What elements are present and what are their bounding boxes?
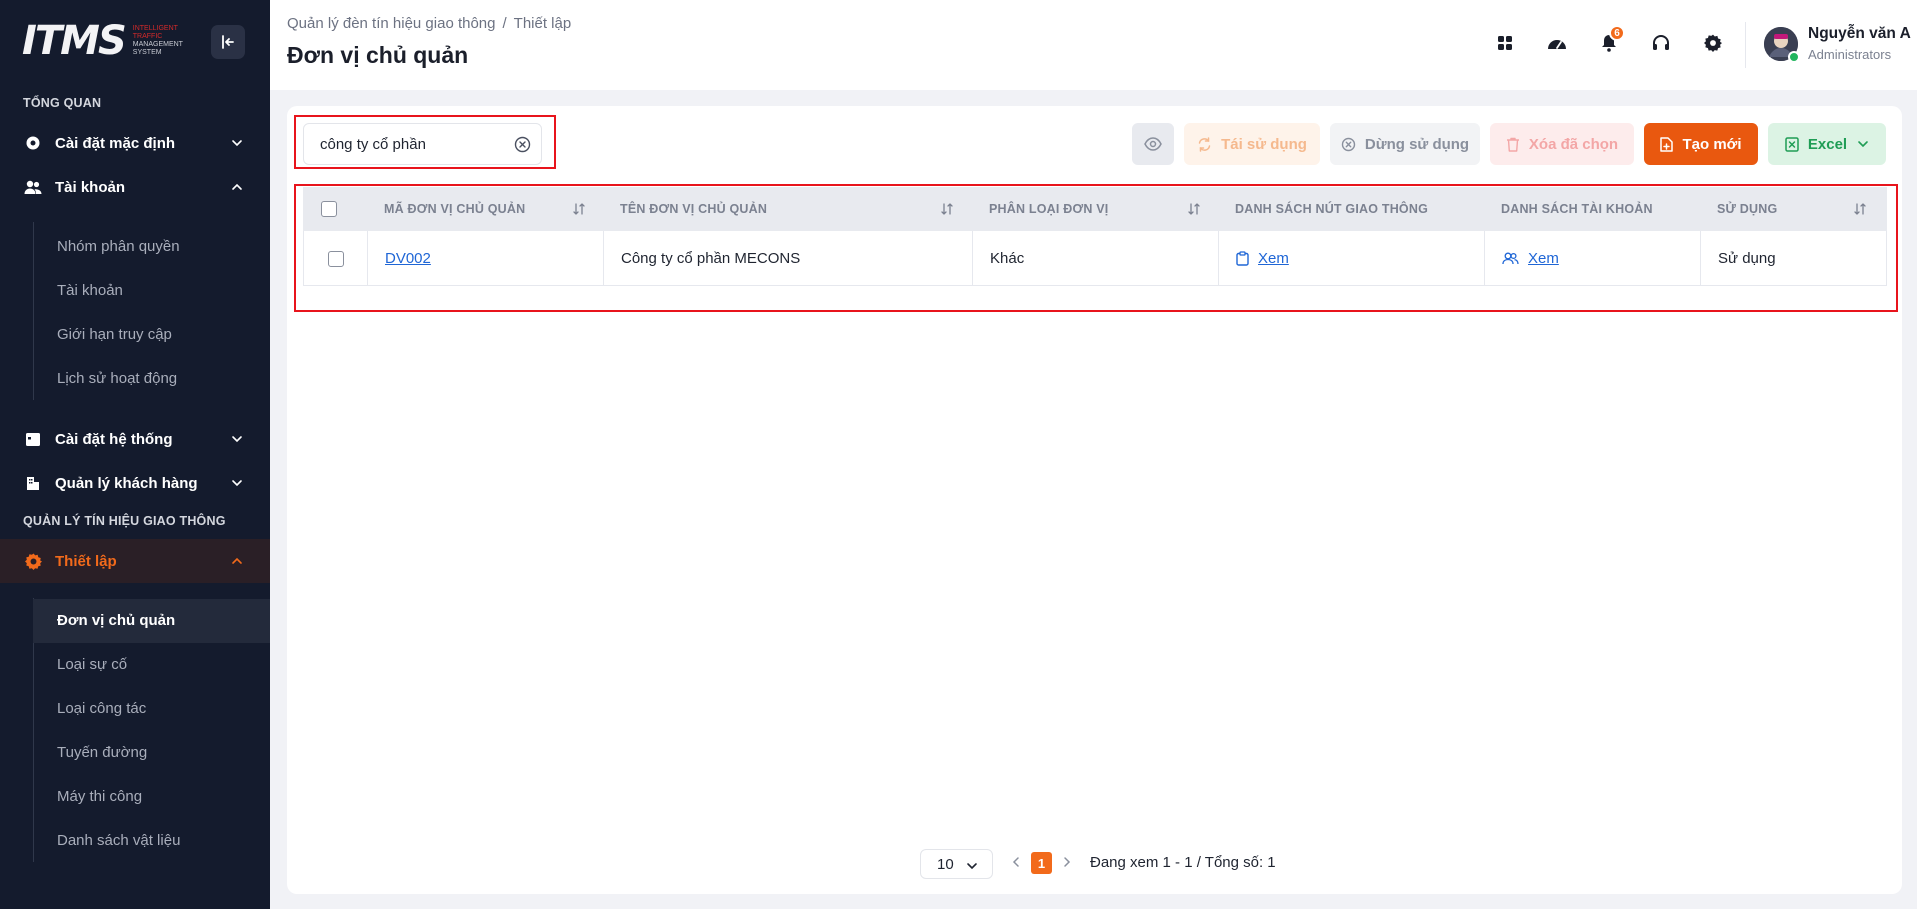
sidebar-subitem-permission-groups[interactable]: Nhóm phân quyền [57, 238, 180, 255]
sidebar-subitem-governing-units[interactable]: Đơn vị chủ quản [57, 612, 175, 629]
user-name[interactable]: Nguyễn văn A [1808, 25, 1911, 43]
chevron-up-icon [232, 557, 242, 564]
sidebar-subitem-machines[interactable]: Máy thi công [57, 788, 142, 805]
notifications-button[interactable]: 6 [1594, 25, 1625, 58]
next-page-icon[interactable] [1061, 856, 1073, 868]
page-size-value: 10 [937, 855, 954, 873]
sidebar-subitem-incident-types[interactable]: Loại sự cố [57, 656, 127, 673]
view-button[interactable] [1132, 123, 1174, 165]
settings-button[interactable] [1698, 28, 1728, 58]
speedometer-icon [1548, 40, 1566, 49]
stop-using-button[interactable]: Dừng sử dụng [1330, 123, 1480, 165]
sidebar-subitem-access-limits[interactable]: Giới hạn truy cập [57, 326, 172, 343]
users-icon [23, 177, 43, 197]
new-file-icon [1660, 136, 1674, 152]
create-new-label: Tạo mới [1682, 135, 1742, 153]
gear-icon [23, 133, 43, 153]
pagination-info: Đang xem 1 - 1 / Tổng số: 1 [1090, 854, 1276, 871]
sidebar-item-setup[interactable]: Thiết lập [0, 539, 270, 583]
refresh-icon [1197, 136, 1212, 152]
grid-icon [1498, 36, 1512, 50]
sidebar-item-label: Cài đặt mặc định [55, 134, 176, 152]
logo-sub-1: INTELLIGENT [132, 25, 178, 32]
avatar[interactable] [1764, 27, 1800, 63]
search-highlight-box [294, 115, 556, 169]
trash-icon [1506, 137, 1520, 152]
building-icon [23, 473, 43, 493]
excel-label: Excel [1807, 135, 1848, 153]
notification-badge: 6 [1609, 25, 1625, 41]
chevron-down-icon [232, 480, 242, 487]
header: Quản lý đèn tín hiệu giao thông / Thiết lậ… [270, 0, 1917, 90]
chevron-up-icon [232, 183, 242, 190]
circle-x-icon [1341, 137, 1356, 152]
sidebar-item-customer-management[interactable]: Quản lý khách hàng [0, 461, 270, 505]
sidebar-item-label: Cài đặt hệ thống [55, 430, 173, 448]
chevron-down-icon [232, 140, 242, 147]
prev-page-icon[interactable] [1010, 856, 1022, 868]
chevron-down-icon [967, 863, 977, 870]
section-overview: TỔNG QUAN [23, 96, 102, 110]
logo-sub-2: TRAFFIC [132, 33, 163, 40]
calendar-icon [23, 429, 43, 449]
sidebar-subitem-materials[interactable]: Danh sách vật liệu [57, 832, 180, 849]
sidebar-item-label: Quản lý khách hàng [55, 474, 198, 492]
excel-icon [1785, 136, 1799, 152]
sidebar-subitem-routes[interactable]: Tuyến đường [57, 744, 147, 761]
online-status-dot [1788, 51, 1800, 63]
section-traffic-signals: QUẢN LÝ TÍN HIỆU GIAO THÔNG [23, 514, 226, 528]
reuse-button[interactable]: Tái sử dụng [1184, 123, 1320, 165]
sidebar-subitem-activity-history[interactable]: Lịch sử hoạt động [57, 370, 177, 387]
sidebar-item-label: Thiết lập [55, 552, 117, 570]
sidebar: ITMS INTELLIGENT TRAFFIC MANAGEMENT SYST… [0, 0, 270, 909]
chevron-down-icon [1858, 141, 1868, 148]
header-divider [1745, 22, 1746, 68]
sidebar-item-system-settings[interactable]: Cài đặt hệ thống [0, 417, 270, 461]
sidebar-item-account[interactable]: Tài khoản [0, 165, 270, 209]
gear-icon [1704, 34, 1722, 52]
breadcrumb-item[interactable]: Thiết lập [514, 15, 572, 32]
breadcrumb-item[interactable]: Quản lý đèn tín hiệu giao thông [287, 15, 496, 32]
logo-text: ITMS [22, 18, 127, 64]
submenu-guide-line [33, 222, 34, 400]
logo: ITMS INTELLIGENT TRAFFIC MANAGEMENT SYST… [22, 18, 193, 64]
collapse-sidebar-button[interactable] [211, 25, 245, 59]
delete-selected-label: Xóa đã chọn [1528, 135, 1619, 153]
sidebar-subitem-work-types[interactable]: Loại công tác [57, 700, 146, 717]
dashboard-button[interactable] [1542, 28, 1572, 58]
sidebar-subitem-accounts[interactable]: Tài khoản [57, 282, 123, 299]
logo-subtitle: INTELLIGENT TRAFFIC MANAGEMENT SYSTEM [133, 25, 193, 57]
apps-button[interactable] [1490, 28, 1520, 58]
delete-selected-button[interactable]: Xóa đã chọn [1490, 123, 1634, 165]
page-number-current[interactable]: 1 [1031, 852, 1052, 874]
support-button[interactable] [1646, 28, 1676, 58]
eye-icon [1144, 137, 1162, 151]
logo-sub-4: SYSTEM [132, 49, 162, 56]
excel-export-button[interactable]: Excel [1768, 123, 1886, 165]
cog-icon [23, 551, 43, 571]
stop-using-label: Dừng sử dụng [1364, 135, 1470, 153]
page-size-select[interactable]: 10 [920, 849, 993, 879]
sidebar-item-default-settings[interactable]: Cài đặt mặc định [0, 121, 270, 165]
breadcrumb: Quản lý đèn tín hiệu giao thông / Thiết lậ… [287, 15, 572, 32]
create-new-button[interactable]: Tạo mới [1644, 123, 1758, 165]
logo-sub-3: MANAGEMENT [132, 41, 183, 48]
reuse-label: Tái sử dụng [1221, 135, 1307, 153]
table-highlight-box [294, 184, 1898, 312]
user-role: Administrators [1808, 47, 1892, 62]
collapse-left-icon [222, 35, 234, 49]
sidebar-item-label: Tài khoản [55, 178, 126, 196]
headset-icon [1653, 35, 1669, 50]
page-title: Đơn vị chủ quản [287, 42, 469, 68]
chevron-down-icon [232, 436, 242, 443]
